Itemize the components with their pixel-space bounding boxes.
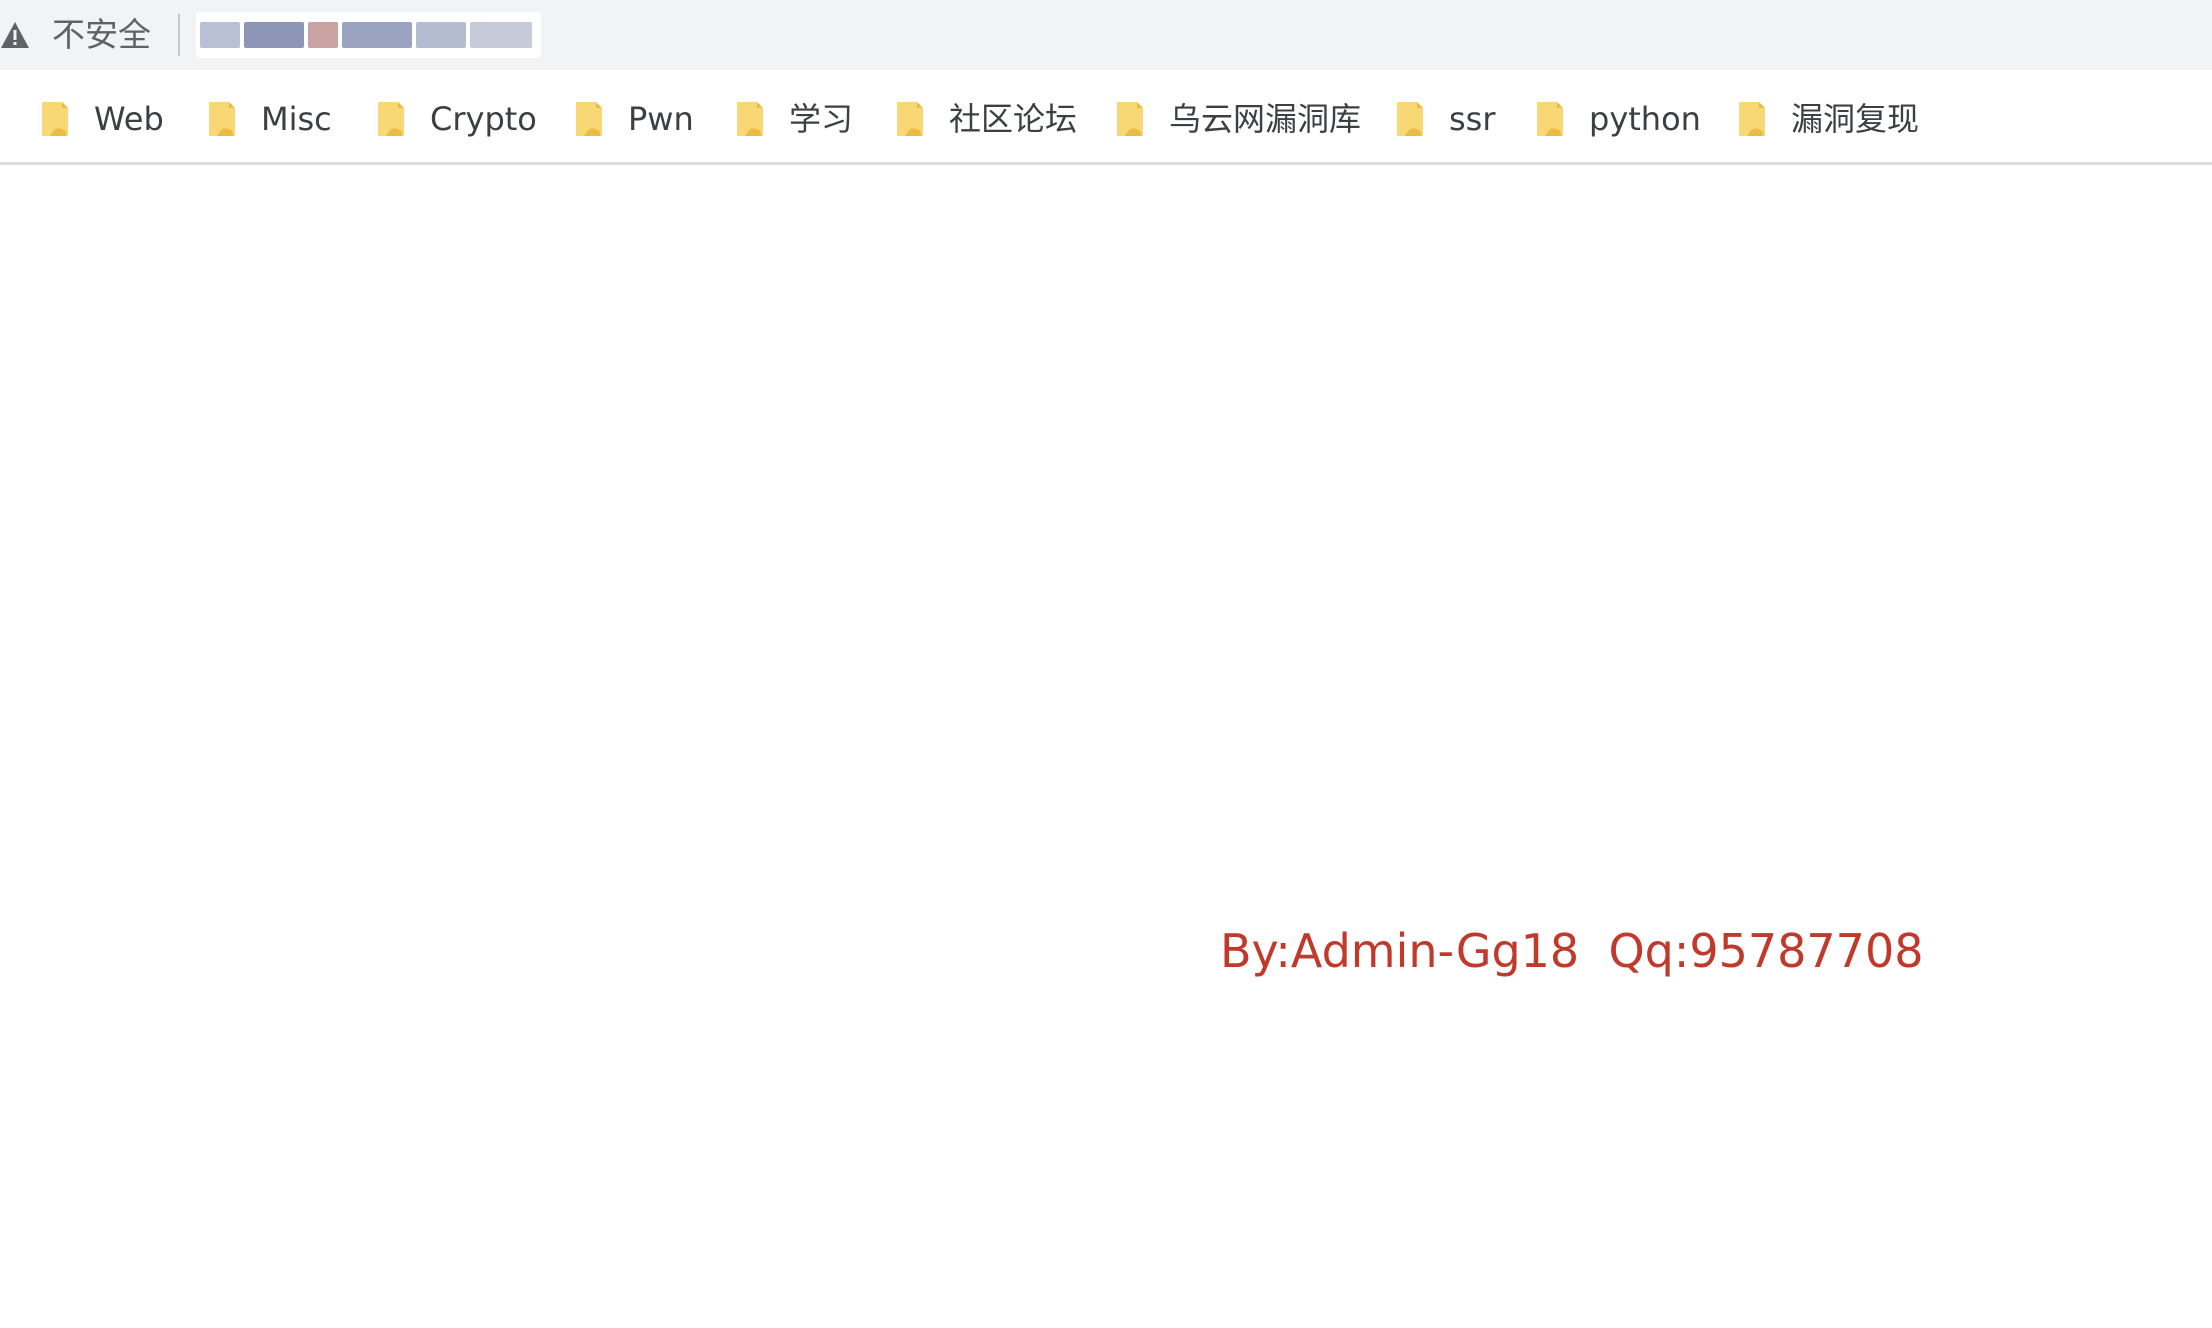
bookmark-folder-community-forum[interactable]: 社区论坛 <box>895 97 1077 141</box>
bookmark-folder-ssr[interactable]: ssr <box>1395 97 1496 141</box>
folder-icon <box>737 102 763 136</box>
bookmark-folder-study[interactable]: 学习 <box>735 97 853 141</box>
folder-icon <box>42 102 68 136</box>
address-bar[interactable]: 不安全 <box>0 0 2212 70</box>
folder-icon <box>209 102 235 136</box>
folder-icon <box>1739 102 1765 136</box>
bookmark-folder-web[interactable]: Web <box>40 97 164 141</box>
bookmark-folder-crypto[interactable]: Crypto <box>376 97 537 141</box>
folder-icon <box>378 102 404 136</box>
folder-icon <box>1397 102 1423 136</box>
bookmark-folder-pwn[interactable]: Pwn <box>574 97 694 141</box>
url-blur-segment <box>200 22 240 48</box>
bookmark-label: 漏洞复现 <box>1791 100 1920 138</box>
bookmark-label: python <box>1589 100 1701 138</box>
url-blur-segment <box>470 22 532 48</box>
url-blur-segment <box>308 22 338 48</box>
bookmark-label: Crypto <box>430 100 537 138</box>
bookmark-label: Pwn <box>628 100 694 138</box>
bookmarks-bar: Web Misc Crypto Pwn 学习 社区论坛 乌云网漏洞库 ssr p… <box>0 70 2212 165</box>
folder-icon <box>897 102 923 136</box>
bookmark-folder-misc[interactable]: Misc <box>207 97 332 141</box>
folder-icon <box>1537 102 1563 136</box>
bookmark-folder-wooyun[interactable]: 乌云网漏洞库 <box>1115 97 1361 141</box>
bookmark-label: 社区论坛 <box>949 100 1078 138</box>
bookmark-label: 乌云网漏洞库 <box>1169 100 1362 138</box>
url-text-obscured[interactable] <box>196 12 541 58</box>
author-credit-text: By:Admin-Gg18 Qq:95787708 <box>1220 924 1924 978</box>
bookmark-label: 学习 <box>789 100 854 138</box>
bookmark-folder-python[interactable]: python <box>1535 97 1701 141</box>
bookmark-label: ssr <box>1449 100 1496 138</box>
security-status-text[interactable]: 不安全 <box>52 13 151 57</box>
url-blur-segment <box>244 22 304 48</box>
url-blur-segment <box>416 22 466 48</box>
warning-icon[interactable] <box>0 20 30 50</box>
folder-icon <box>576 102 602 136</box>
bookmark-folder-vuln-reproduction[interactable]: 漏洞复现 <box>1737 97 1919 141</box>
url-blur-segment <box>342 22 412 48</box>
address-separator <box>178 14 180 56</box>
folder-icon <box>1117 102 1143 136</box>
bookmark-label: Misc <box>261 100 332 138</box>
bookmark-label: Web <box>94 100 164 138</box>
